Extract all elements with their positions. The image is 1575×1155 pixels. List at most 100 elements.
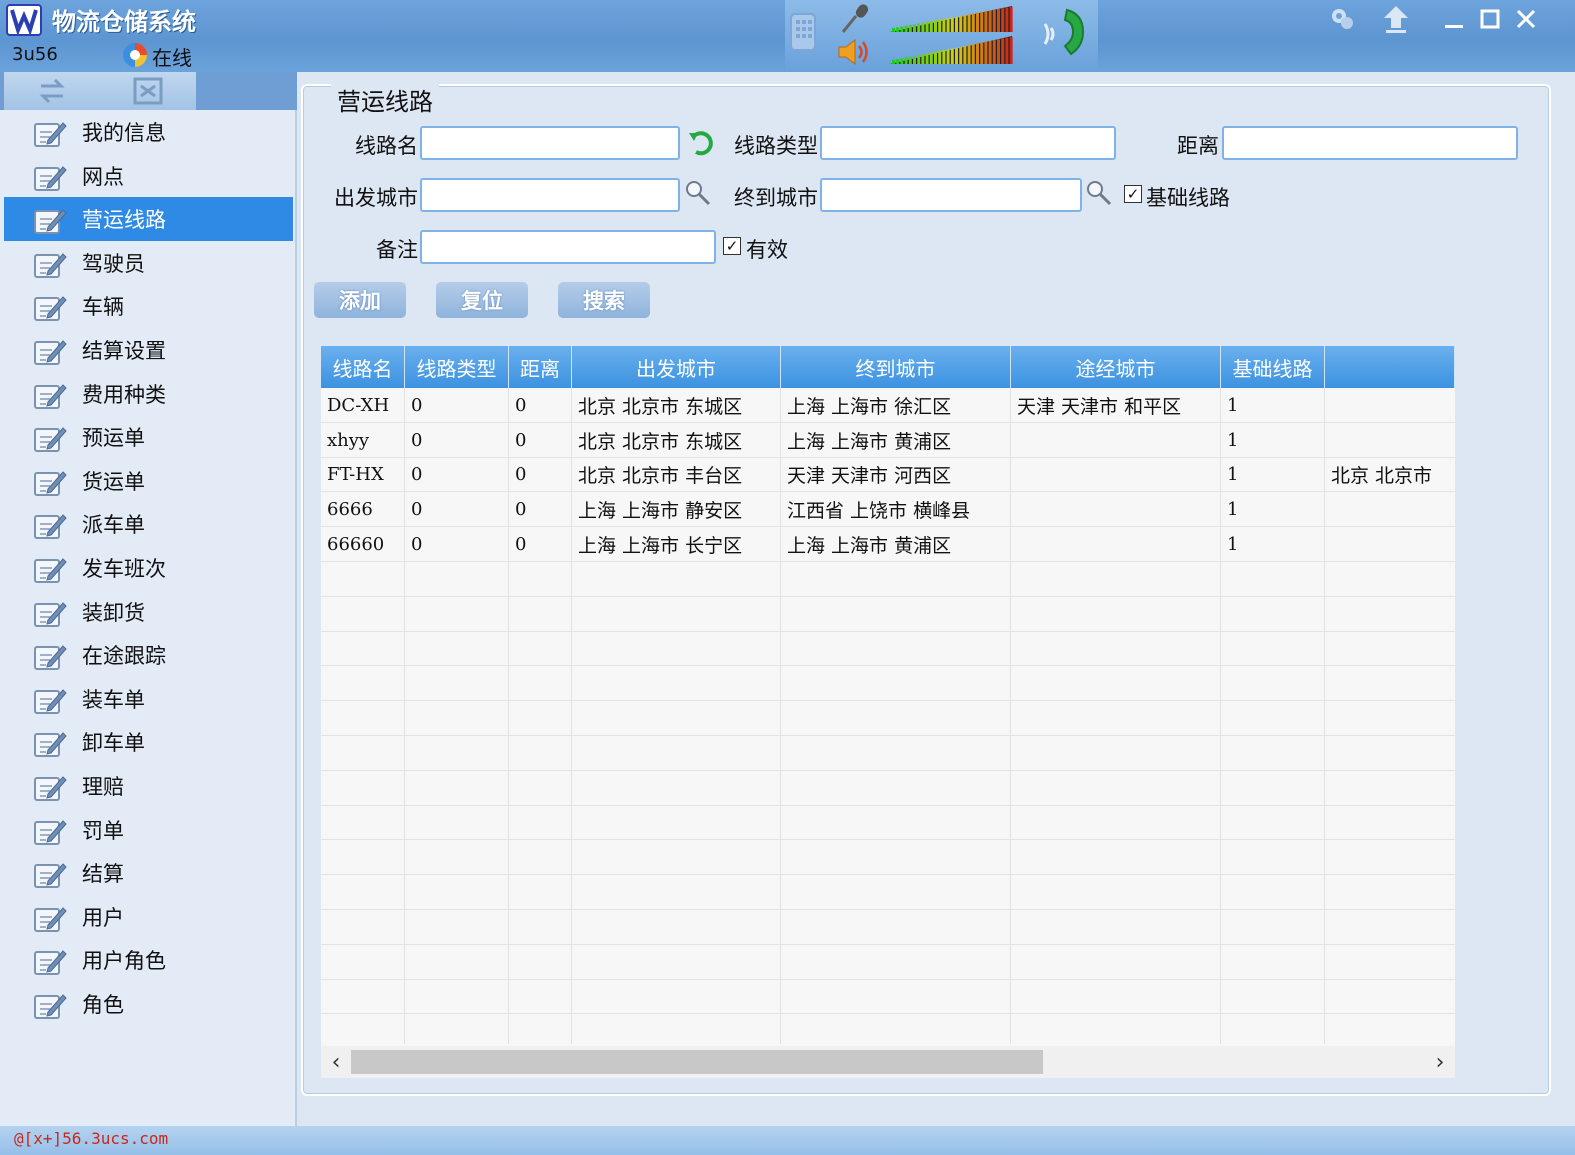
scroll-thumb[interactable] <box>351 1050 1043 1074</box>
column-header[interactable] <box>1325 346 1455 388</box>
table-cell: 北京 北京市 丰台区 <box>578 465 743 488</box>
add-button[interactable]: 添加 <box>314 282 406 318</box>
horizontal-scrollbar[interactable]: ‹ › <box>321 1046 1455 1078</box>
table-row[interactable] <box>321 701 1455 736</box>
route-name-input[interactable] <box>420 126 680 160</box>
settings-icon[interactable] <box>1327 4 1357 34</box>
table-cell: 上海 上海市 黄浦区 <box>787 535 952 558</box>
search-button[interactable]: 搜索 <box>558 282 650 318</box>
column-header[interactable]: 终到城市 <box>781 346 1011 388</box>
table-cell <box>1325 423 1455 458</box>
sidebar-item[interactable]: 发车班次 <box>4 546 293 590</box>
sidebar-item-label: 货运单 <box>82 469 145 494</box>
tab-switch[interactable] <box>4 72 100 110</box>
tab-modules[interactable] <box>100 72 196 110</box>
minimize-icon[interactable] <box>1439 4 1469 34</box>
call-icon[interactable] <box>1037 4 1091 60</box>
table-row[interactable] <box>321 1014 1455 1050</box>
sidebar-item[interactable]: 结算设置 <box>4 328 293 372</box>
distance-label: 距离 <box>1177 134 1219 158</box>
column-header[interactable]: 出发城市 <box>572 346 781 388</box>
microphone-icon[interactable] <box>837 2 871 34</box>
table-cell: 1 <box>1227 499 1239 521</box>
sidebar-item[interactable]: 预运单 <box>4 415 293 459</box>
table-row[interactable] <box>321 806 1455 841</box>
table-row[interactable] <box>321 666 1455 702</box>
sidebar-item[interactable]: 我的信息 <box>4 110 293 154</box>
sidebar-item[interactable]: 用户 <box>4 895 293 939</box>
sidebar-item-label: 驾驶员 <box>82 251 145 276</box>
table-row[interactable] <box>321 736 1455 771</box>
table-row[interactable] <box>321 945 1455 980</box>
column-header[interactable]: 途经城市 <box>1011 346 1221 388</box>
table-cell: 天津 天津市 河西区 <box>787 465 952 488</box>
sidebar-item[interactable]: 卸车单 <box>4 720 293 764</box>
sidebar-item[interactable]: 派车单 <box>4 502 293 546</box>
table-cell <box>1011 527 1221 562</box>
maximize-icon[interactable] <box>1475 4 1505 34</box>
from-city-input[interactable] <box>420 178 680 212</box>
column-header[interactable]: 线路名 <box>321 346 405 388</box>
table-cell: 0 <box>411 394 423 416</box>
sidebar-item[interactable]: 装车单 <box>4 677 293 721</box>
table-row[interactable]: DC-XH 0 0 北京 北京市 东城区 上海 上海市 徐汇区 天津 天津市 和平区 1 <box>321 388 1455 423</box>
close-icon[interactable] <box>1511 4 1541 34</box>
sidebar-item-label: 用户 <box>82 905 124 930</box>
table-row[interactable] <box>321 840 1455 876</box>
sidebar-item[interactable]: 费用种类 <box>4 372 293 416</box>
table-row[interactable] <box>321 875 1455 910</box>
sidebar-item[interactable]: 装卸货 <box>4 590 293 634</box>
edit-document-icon <box>34 819 67 845</box>
sidebar-item-label: 发车班次 <box>82 556 166 581</box>
phone-icon[interactable] <box>785 10 821 54</box>
table-cell: 0 <box>515 429 527 451</box>
reset-button[interactable]: 复位 <box>436 282 528 318</box>
valid-checkbox[interactable]: ✓ <box>723 237 741 255</box>
upload-icon[interactable] <box>1381 4 1411 34</box>
route-type-input[interactable] <box>820 126 1116 160</box>
base-route-checkbox[interactable]: ✓ <box>1124 185 1142 203</box>
table-row[interactable] <box>321 562 1455 597</box>
sidebar-item[interactable]: 车辆 <box>4 284 293 328</box>
remark-input[interactable] <box>420 230 716 264</box>
sidebar-item[interactable]: 网点 <box>4 154 293 198</box>
table-row[interactable]: 6666 0 0 上海 上海市 静安区 江西省 上饶市 横峰县 1 <box>321 492 1455 528</box>
app-title: 物流仓储系统 <box>52 8 196 36</box>
edit-document-icon <box>34 863 67 889</box>
to-city-search-icon[interactable] <box>1084 178 1114 208</box>
scroll-left-button[interactable]: ‹ <box>323 1048 349 1076</box>
table-row[interactable] <box>321 771 1455 806</box>
sidebar-item[interactable]: 在途跟踪 <box>4 633 293 677</box>
sidebar-item[interactable]: 营运线路 <box>4 197 293 241</box>
scroll-right-button[interactable]: › <box>1427 1048 1453 1076</box>
table-row[interactable]: FT-HX 0 0 北京 北京市 丰台区 天津 天津市 河西区 1 北京 北京市 <box>321 458 1455 493</box>
sidebar-item[interactable]: 驾驶员 <box>4 241 293 285</box>
column-header[interactable]: 线路类型 <box>405 346 509 388</box>
sidebar-item-label: 营运线路 <box>82 208 166 233</box>
table-row[interactable]: 66660 0 0 上海 上海市 长宁区 上海 上海市 黄浦区 1 <box>321 527 1455 562</box>
sidebar-item[interactable]: 用户角色 <box>4 938 293 982</box>
table-row[interactable] <box>321 910 1455 945</box>
sidebar-item[interactable]: 结算 <box>4 851 293 895</box>
sidebar-item[interactable]: 理赔 <box>4 764 293 808</box>
route-type-label: 线路类型 <box>734 134 818 158</box>
speaker-icon[interactable] <box>835 36 871 68</box>
table-cell: 0 <box>411 429 423 451</box>
sidebar-item[interactable]: 罚单 <box>4 808 293 852</box>
table-row[interactable]: xhyy 0 0 北京 北京市 东城区 上海 上海市 黄浦区 1 <box>321 423 1455 458</box>
table-row[interactable] <box>321 597 1455 632</box>
sidebar-item[interactable]: 货运单 <box>4 459 293 503</box>
app-logo-icon <box>6 4 42 36</box>
status-bar-text: @[x+]56.3ucs.com <box>14 1129 169 1148</box>
edit-document-icon <box>34 906 67 932</box>
from-city-search-icon[interactable] <box>683 178 713 208</box>
refresh-icon[interactable] <box>686 128 716 158</box>
distance-input[interactable] <box>1222 126 1518 160</box>
column-header[interactable]: 距离 <box>509 346 572 388</box>
to-city-input[interactable] <box>820 178 1082 212</box>
table-row[interactable] <box>321 632 1455 667</box>
column-header[interactable]: 基础线路 <box>1221 346 1325 388</box>
table-cell: 6666 <box>327 499 373 521</box>
sidebar-item[interactable]: 角色 <box>4 982 293 1026</box>
table-row[interactable] <box>321 980 1455 1015</box>
